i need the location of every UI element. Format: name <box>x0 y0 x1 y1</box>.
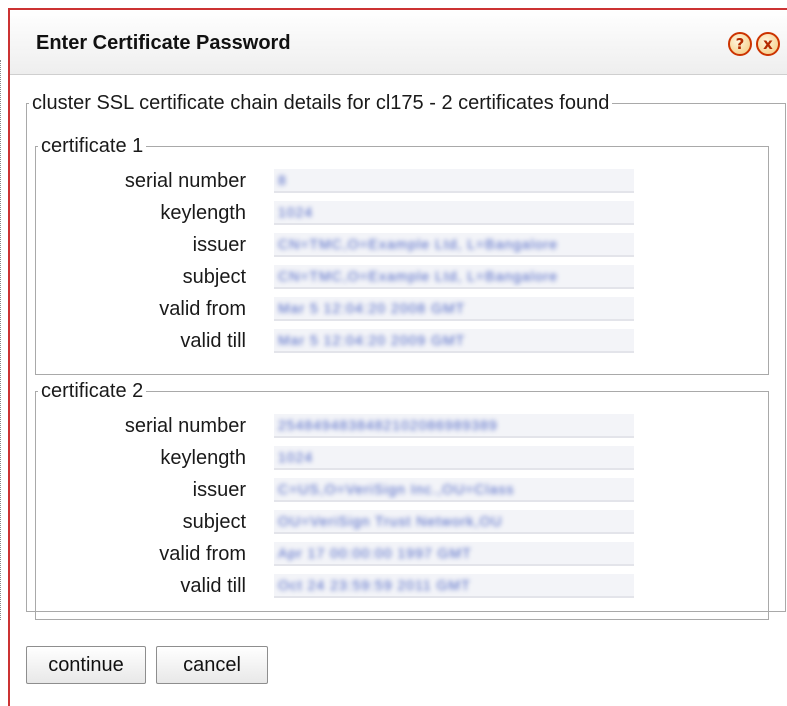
cert1-serial-row: serial number 8 <box>36 168 736 194</box>
field-label: valid till <box>180 575 246 597</box>
dialog-titlebar: Enter Certificate Password ? x <box>10 10 787 75</box>
certificate-1-group: certificate 1 serial number 8 keylength … <box>35 135 769 375</box>
cert1-issuer-row: issuer CN=TMC,O=Example Ltd, L=Bangalore <box>36 232 736 258</box>
certificate-chain-legend: cluster SSL certificate chain details fo… <box>32 92 610 114</box>
valid-till-value: Oct 24 23:59:59 2011 GMT <box>274 574 634 598</box>
cert1-subject-row: subject CN=TMC,O=Example Ltd, L=Bangalor… <box>36 264 736 290</box>
field-label: valid till <box>180 330 246 352</box>
cert2-keylength-row: keylength 1024 <box>36 445 736 471</box>
valid-from-value: Apr 17 00:00:00 1997 GMT <box>274 542 634 566</box>
field-label: keylength <box>160 447 246 469</box>
cert2-valid-till-row: valid till Oct 24 23:59:59 2011 GMT <box>36 573 736 599</box>
valid-from-value: Mar 5 12:04:20 2008 GMT <box>274 297 634 321</box>
field-label: valid from <box>159 543 246 565</box>
certificate-1-legend: certificate 1 <box>41 135 144 157</box>
field-label: issuer <box>192 479 246 501</box>
certificate-2-legend: certificate 2 <box>41 380 144 402</box>
dialog-title: Enter Certificate Password <box>36 32 291 54</box>
cert2-valid-from-row: valid from Apr 17 00:00:00 1997 GMT <box>36 541 736 567</box>
keylength-value: 1024 <box>274 446 634 470</box>
certificate-2-group: certificate 2 serial number 254849483848… <box>35 380 769 620</box>
cancel-button[interactable]: cancel <box>156 646 268 684</box>
issuer-value: C=US,O=VeriSign Inc.,OU=Class <box>274 478 634 502</box>
help-icon[interactable]: ? <box>728 32 752 56</box>
field-label: keylength <box>160 202 246 224</box>
field-label: subject <box>182 266 246 288</box>
cert1-keylength-row: keylength 1024 <box>36 200 736 226</box>
issuer-value: CN=TMC,O=Example Ltd, L=Bangalore <box>274 233 634 257</box>
subject-value: OU=VeriSign Trust Network,OU <box>274 510 634 534</box>
continue-button[interactable]: continue <box>26 646 146 684</box>
keylength-value: 1024 <box>274 201 634 225</box>
field-label: subject <box>182 511 246 533</box>
close-icon[interactable]: x <box>756 32 780 56</box>
subject-value: CN=TMC,O=Example Ltd, L=Bangalore <box>274 265 634 289</box>
cert1-valid-till-row: valid till Mar 5 12:04:20 2009 GMT <box>36 328 736 354</box>
field-label: serial number <box>124 170 246 192</box>
cert1-valid-from-row: valid from Mar 5 12:04:20 2008 GMT <box>36 296 736 322</box>
serial-number-value: 2548494838482102086989389 <box>274 414 634 438</box>
field-label: valid from <box>159 298 246 320</box>
certificate-chain-group: cluster SSL certificate chain details fo… <box>26 92 786 620</box>
field-label: issuer <box>192 234 246 256</box>
page-edge-divider <box>0 60 2 620</box>
field-label: serial number <box>124 415 246 437</box>
valid-till-value: Mar 5 12:04:20 2009 GMT <box>274 329 634 353</box>
serial-number-value: 8 <box>274 169 634 193</box>
cert2-serial-row: serial number 2548494838482102086989389 <box>36 413 736 439</box>
certificate-password-dialog: Enter Certificate Password ? x cluster S… <box>8 8 787 706</box>
cert2-issuer-row: issuer C=US,O=VeriSign Inc.,OU=Class <box>36 477 736 503</box>
cert2-subject-row: subject OU=VeriSign Trust Network,OU <box>36 509 736 535</box>
